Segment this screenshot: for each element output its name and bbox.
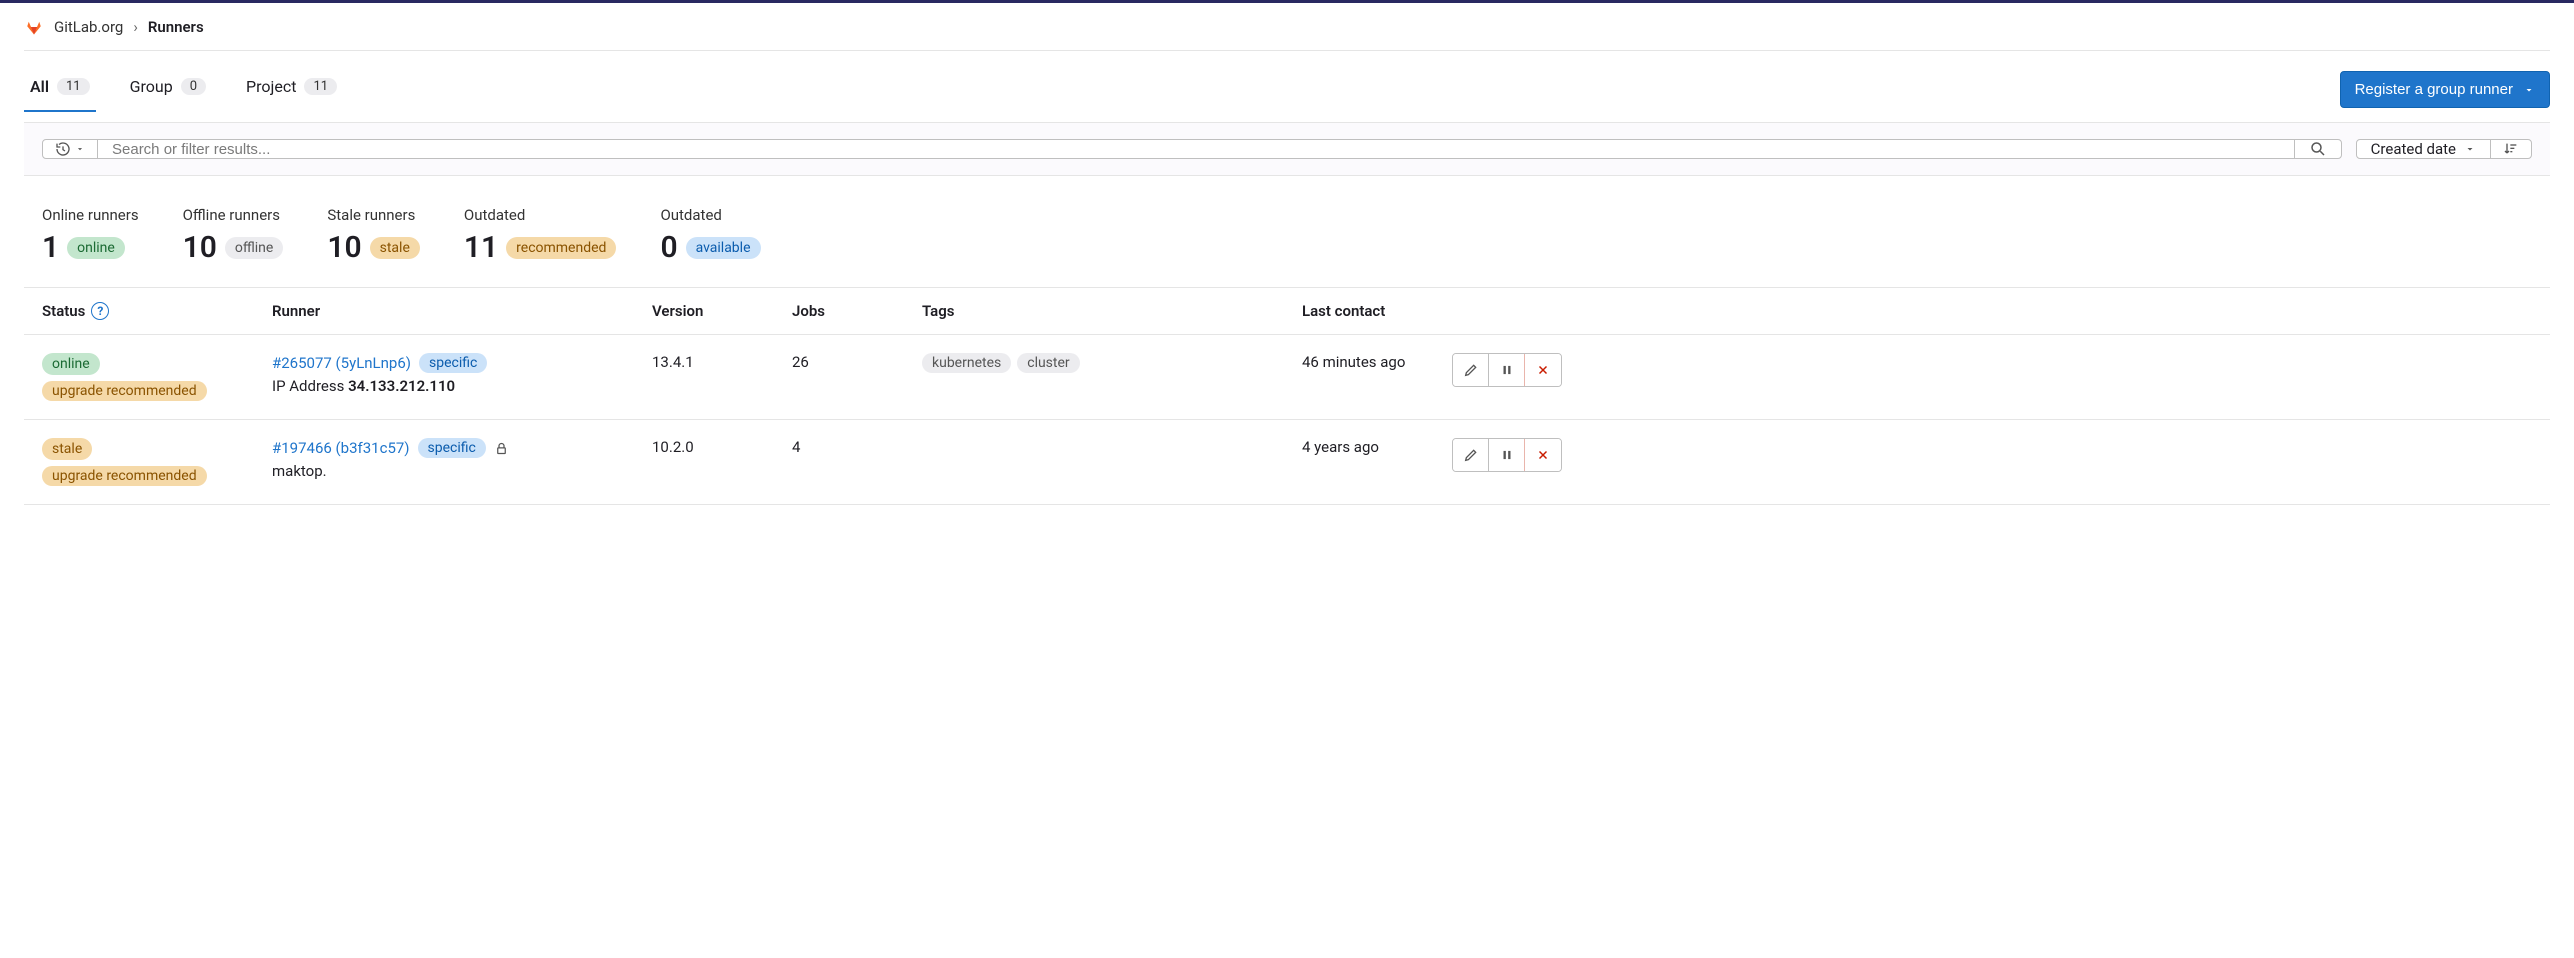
sort-direction-button[interactable] bbox=[2491, 140, 2531, 158]
col-last-contact: Last contact bbox=[1302, 302, 1442, 320]
col-version: Version bbox=[652, 302, 792, 320]
tab-all[interactable]: All 11 bbox=[24, 67, 96, 112]
col-runner: Runner bbox=[272, 302, 652, 320]
runner-description: maktop. bbox=[272, 462, 652, 480]
runner-link[interactable]: #197466 (b3f31c57) bbox=[272, 439, 410, 457]
sort-label-text: Created date bbox=[2371, 140, 2456, 158]
stat-online: Online runners 1 online bbox=[42, 206, 139, 265]
status-badge: offline bbox=[225, 237, 284, 259]
tab-project-label: Project bbox=[246, 77, 296, 96]
scope-tabs: All 11 Group 0 Project 11 bbox=[24, 67, 343, 112]
tab-group-label: Group bbox=[130, 77, 173, 96]
pause-icon bbox=[1500, 363, 1514, 377]
runner-kind-badge: specific bbox=[418, 438, 486, 458]
runner-kind-badge: specific bbox=[419, 353, 487, 373]
stat-value: 1 bbox=[42, 230, 59, 265]
edit-runner-button[interactable] bbox=[1453, 439, 1489, 471]
pause-icon bbox=[1500, 448, 1514, 462]
table-row: online upgrade recommended #265077 (5yLnL… bbox=[24, 335, 2550, 420]
col-jobs: Jobs bbox=[792, 302, 922, 320]
runner-jobs: 26 bbox=[792, 353, 922, 371]
stat-title: Outdated bbox=[464, 206, 617, 224]
tab-all-count: 11 bbox=[57, 78, 90, 95]
tag-badge: kubernetes bbox=[922, 353, 1011, 373]
stat-recommended: Outdated 11 recommended bbox=[464, 206, 617, 265]
delete-runner-button[interactable] bbox=[1525, 439, 1561, 471]
stat-title: Outdated bbox=[660, 206, 760, 224]
runner-tags: kubernetes cluster bbox=[922, 353, 1302, 373]
last-contact: 4 years ago bbox=[1302, 438, 1442, 456]
filter-bar: Created date bbox=[24, 122, 2550, 176]
close-icon bbox=[1536, 448, 1550, 462]
tab-project-count: 11 bbox=[304, 78, 337, 95]
edit-runner-button[interactable] bbox=[1453, 354, 1489, 386]
status-badge: online bbox=[67, 237, 125, 259]
breadcrumb-current: Runners bbox=[148, 18, 204, 36]
tag-badge: cluster bbox=[1017, 353, 1079, 373]
status-badge: stale bbox=[42, 438, 92, 460]
pencil-icon bbox=[1463, 362, 1479, 378]
chevron-right-icon: › bbox=[133, 18, 138, 36]
breadcrumb-org[interactable]: GitLab.org bbox=[54, 18, 123, 36]
chevron-down-icon bbox=[2464, 143, 2476, 155]
runner-link[interactable]: #265077 (5yLnLnp6) bbox=[272, 354, 411, 372]
status-badge: recommended bbox=[506, 237, 616, 259]
gitlab-logo-icon bbox=[24, 17, 44, 37]
chevron-down-icon bbox=[2523, 84, 2535, 96]
table-row: stale upgrade recommended #197466 (b3f31c… bbox=[24, 420, 2550, 505]
runner-ip: IP Address 34.133.212.110 bbox=[272, 377, 652, 395]
register-button-label: Register a group runner bbox=[2355, 81, 2513, 98]
sort-desc-icon bbox=[2503, 141, 2519, 157]
runner-version: 13.4.1 bbox=[652, 353, 792, 371]
stat-available: Outdated 0 available bbox=[660, 206, 760, 265]
tab-group[interactable]: Group 0 bbox=[124, 67, 212, 112]
tab-group-count: 0 bbox=[181, 78, 206, 95]
status-badge: upgrade recommended bbox=[42, 466, 207, 486]
status-badge: online bbox=[42, 353, 100, 375]
stat-title: Online runners bbox=[42, 206, 139, 224]
col-status: Status bbox=[42, 302, 85, 320]
pause-runner-button[interactable] bbox=[1489, 354, 1525, 386]
search-icon bbox=[2309, 140, 2327, 158]
stat-title: Offline runners bbox=[183, 206, 284, 224]
col-tags: Tags bbox=[922, 302, 1302, 320]
stat-value: 10 bbox=[183, 230, 217, 265]
chevron-down-icon bbox=[75, 144, 85, 154]
register-group-runner-button[interactable]: Register a group runner bbox=[2340, 71, 2550, 108]
status-badge: stale bbox=[370, 237, 420, 259]
stat-value: 0 bbox=[660, 230, 677, 265]
sort-dropdown[interactable]: Created date bbox=[2357, 140, 2491, 158]
table-header: Status ? Runner Version Jobs Tags Last c… bbox=[24, 288, 2550, 335]
tab-project[interactable]: Project 11 bbox=[240, 67, 343, 112]
delete-runner-button[interactable] bbox=[1525, 354, 1561, 386]
search-submit-button[interactable] bbox=[2294, 140, 2341, 158]
status-badge: available bbox=[686, 237, 761, 259]
pencil-icon bbox=[1463, 447, 1479, 463]
search-input[interactable] bbox=[98, 140, 2294, 158]
history-icon bbox=[55, 141, 71, 157]
close-icon bbox=[1536, 363, 1550, 377]
stat-title: Stale runners bbox=[327, 206, 420, 224]
runner-stats: Online runners 1 online Offline runners 1… bbox=[24, 176, 2550, 288]
runner-version: 10.2.0 bbox=[652, 438, 792, 456]
stat-stale: Stale runners 10 stale bbox=[327, 206, 420, 265]
lock-icon bbox=[494, 441, 509, 456]
stat-value: 11 bbox=[464, 230, 498, 265]
search-history-button[interactable] bbox=[43, 140, 98, 158]
stat-offline: Offline runners 10 offline bbox=[183, 206, 284, 265]
pause-runner-button[interactable] bbox=[1489, 439, 1525, 471]
help-icon[interactable]: ? bbox=[91, 302, 109, 320]
status-badge: upgrade recommended bbox=[42, 381, 207, 401]
tab-all-label: All bbox=[30, 77, 49, 96]
last-contact: 46 minutes ago bbox=[1302, 353, 1442, 371]
breadcrumb: GitLab.org › Runners bbox=[24, 3, 2550, 51]
runner-jobs: 4 bbox=[792, 438, 922, 456]
stat-value: 10 bbox=[327, 230, 361, 265]
